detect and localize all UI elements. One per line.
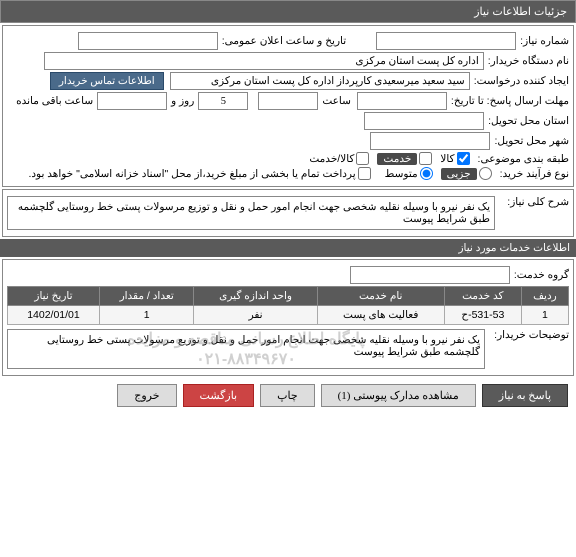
services-header: اطلاعات خدمات مورد نیاز xyxy=(0,239,576,257)
proc-medium-option[interactable]: متوسط xyxy=(385,167,433,180)
view-docs-button[interactable]: مشاهده مدارک پیوستی (1) xyxy=(321,384,476,407)
buyer-notes-text: یک نفر نیرو با وسیله نقلیه شخصی جهت انجا… xyxy=(47,334,480,358)
col-date: تاریخ نیاز xyxy=(8,287,100,306)
announce-field xyxy=(78,32,218,50)
print-button[interactable]: چاپ xyxy=(260,384,315,407)
col-idx: ردیف xyxy=(521,287,568,306)
announce-label: تاریخ و ساعت اعلان عمومی: xyxy=(222,35,346,47)
cat-service-checkbox[interactable] xyxy=(419,152,432,165)
services-table-wrap: ردیف کد خدمت نام خدمت واحد اندازه گیری ت… xyxy=(7,286,569,325)
table-header-row: ردیف کد خدمت نام خدمت واحد اندازه گیری ت… xyxy=(8,287,569,306)
deadline-label: مهلت ارسال پاسخ: تا تاریخ: xyxy=(451,95,569,107)
time-label-1: ساعت xyxy=(322,95,351,107)
description-section: شرح کلی نیاز: یک نفر نیرو با وسیله نقلیه… xyxy=(2,189,574,237)
buyer-notes-box: یک نفر نیرو با وسیله نقلیه شخصی جهت انجا… xyxy=(7,329,485,369)
need-no-field xyxy=(376,32,516,50)
category-label: طبقه بندی موضوعی: xyxy=(478,153,569,165)
creator-field xyxy=(170,72,470,90)
col-qty: تعداد / مقدار xyxy=(99,287,194,306)
exit-button[interactable]: خروج xyxy=(117,384,176,407)
remaining-label: ساعت باقی مانده xyxy=(16,95,93,107)
deadline-date-field xyxy=(357,92,447,110)
cell-date: 1402/01/01 xyxy=(8,306,100,325)
days-label: روز و xyxy=(171,95,194,107)
main-desc-label: شرح کلی نیاز: xyxy=(499,196,569,208)
window-title: جزئیات اطلاعات نیاز xyxy=(0,0,576,23)
services-section: گروه خدمت: ردیف کد خدمت نام خدمت واحد ان… xyxy=(2,259,574,376)
cell-idx: 1 xyxy=(521,306,568,325)
province-field xyxy=(364,112,484,130)
cat-goods-checkbox[interactable] xyxy=(457,152,470,165)
contact-info-button[interactable]: اطلاعات تماس خریدار xyxy=(50,72,164,90)
cat-goods-option[interactable]: کالا xyxy=(440,152,469,165)
proc-medium-radio[interactable] xyxy=(420,167,433,180)
city-field xyxy=(370,132,490,150)
proc-note-option[interactable]: پرداخت تمام یا بخشی از مبلغ خرید،از محل … xyxy=(28,167,370,180)
table-row[interactable]: 1 531-53-ح فعالیت های پست نفر 1 1402/01/… xyxy=(8,306,569,325)
buyer-field xyxy=(44,52,484,70)
proc-note-checkbox[interactable] xyxy=(358,167,371,180)
cell-name: فعالیت های پست xyxy=(317,306,444,325)
province-label: استان محل تحویل: xyxy=(488,115,569,127)
cell-qty: 1 xyxy=(99,306,194,325)
cat-service-option[interactable]: خدمت xyxy=(377,152,432,165)
need-no-label: شماره نیاز: xyxy=(520,35,569,47)
cat-both-option[interactable]: کالا/خدمت xyxy=(309,152,369,165)
main-desc-box: یک نفر نیرو با وسیله نقلیه شخصی جهت انجا… xyxy=(7,196,495,230)
cat-both-checkbox[interactable] xyxy=(356,152,369,165)
proc-minor-option[interactable]: جزیی xyxy=(441,167,492,180)
col-unit: واحد اندازه گیری xyxy=(194,287,317,306)
col-name: نام خدمت xyxy=(317,287,444,306)
services-table: ردیف کد خدمت نام خدمت واحد اندازه گیری ت… xyxy=(7,286,569,325)
respond-button[interactable]: پاسخ به نیاز xyxy=(482,384,568,407)
main-form: شماره نیاز: تاریخ و ساعت اعلان عمومی: نا… xyxy=(2,25,574,187)
back-button[interactable]: بازگشت xyxy=(183,384,255,407)
footer-buttons: پاسخ به نیاز مشاهده مدارک پیوستی (1) چاپ… xyxy=(0,378,576,413)
service-group-field xyxy=(350,266,510,284)
cell-code: 531-53-ح xyxy=(444,306,521,325)
city-label: شهر محل تحویل: xyxy=(494,135,569,147)
creator-label: ایجاد کننده درخواست: xyxy=(474,75,569,87)
proc-minor-radio[interactable] xyxy=(479,167,492,180)
service-group-label: گروه خدمت: xyxy=(514,269,569,281)
cell-unit: نفر xyxy=(194,306,317,325)
process-label: نوع فرآیند خرید: xyxy=(500,168,569,180)
col-code: کد خدمت xyxy=(444,287,521,306)
days-field xyxy=(198,92,248,110)
buyer-notes-label: توضیحات خریدار: xyxy=(489,329,569,341)
remaining-time-field xyxy=(97,92,167,110)
deadline-time-field xyxy=(258,92,318,110)
buyer-label: نام دستگاه خریدار: xyxy=(488,55,569,67)
